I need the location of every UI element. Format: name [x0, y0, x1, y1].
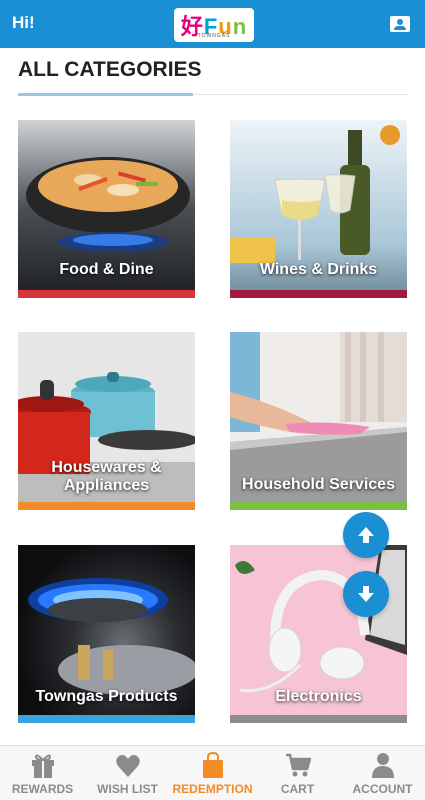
arrow-down-icon [358, 586, 374, 602]
heart-icon [116, 755, 140, 777]
tab-label: REWARDS [11, 782, 74, 796]
page-title: ALL CATEGORIES [18, 58, 202, 81]
scroll-up-button[interactable] [343, 512, 389, 558]
category-label: Food & Dine [59, 261, 154, 278]
tab-redemption[interactable]: REDEMPTION [170, 746, 255, 800]
tab-wish-list[interactable]: WISH LIST [85, 746, 170, 800]
category-electronics[interactable]: Electronics [230, 545, 407, 723]
category-label: Household Services [242, 476, 395, 493]
tab-account[interactable]: ACCOUNT [340, 746, 425, 800]
category-stripe [18, 715, 195, 723]
category-food-dine[interactable]: Food & Dine [18, 120, 195, 298]
cart-icon [286, 753, 311, 777]
category-label: Towngas Products [35, 688, 178, 705]
tab-label: ACCOUNT [352, 782, 413, 796]
person-icon [372, 753, 394, 778]
tab-label: WISH LIST [97, 782, 158, 796]
category-stripe [18, 290, 195, 298]
logo-subtitle: TOWNGAS [197, 33, 231, 39]
shopping-bag-icon [203, 751, 223, 778]
profile-card-icon[interactable] [390, 16, 410, 32]
top-bar: Hi! 好Fun TOWNGAS [0, 0, 425, 48]
category-stripe [230, 290, 407, 298]
category-label: Wines & Drinks [259, 261, 378, 278]
tab-label: REDEMPTION [172, 782, 253, 796]
bottom-tab-bar: REWARDS WISH LIST REDEMPTION CART ACCOUN… [0, 745, 425, 800]
category-wines-drinks[interactable]: Wines & Drinks [230, 120, 407, 298]
category-stripe [230, 715, 407, 723]
tab-label: CART [280, 782, 315, 796]
app-logo[interactable]: 好Fun TOWNGAS [174, 8, 254, 42]
scroll-down-button[interactable] [343, 571, 389, 617]
category-towngas-products[interactable]: Towngas Products [18, 545, 195, 723]
category-housewares-appliances[interactable]: Housewares & Appliances [18, 332, 195, 510]
category-stripe [230, 502, 407, 510]
gift-icon [32, 754, 54, 778]
tab-cart[interactable]: CART [255, 746, 340, 800]
category-household-services[interactable]: Household Services [230, 332, 407, 510]
greeting: Hi! [12, 13, 35, 32]
category-stripe [18, 502, 195, 510]
category-label: Housewares & Appliances [51, 459, 162, 494]
tab-rewards[interactable]: REWARDS [0, 746, 85, 800]
arrow-up-icon [358, 527, 374, 543]
category-label: Electronics [275, 688, 362, 705]
divider-accent [18, 93, 193, 96]
